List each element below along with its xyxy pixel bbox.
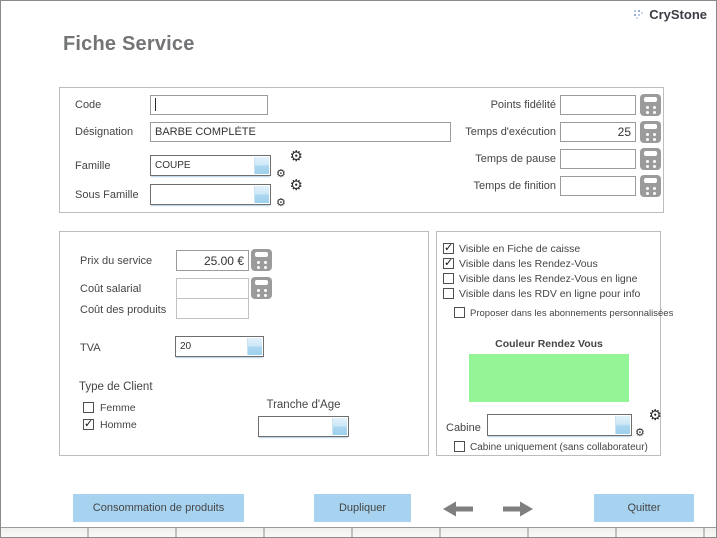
points-calculator-icon[interactable] xyxy=(640,94,661,116)
code-input[interactable] xyxy=(150,95,268,115)
cabine-label: Cabine xyxy=(446,422,481,434)
visible-rdv-ligne-label: Visible dans les Rendez-Vous en ligne xyxy=(459,273,638,285)
cout-salarial-calculator-icon[interactable] xyxy=(251,277,272,299)
designation-label: Désignation xyxy=(75,126,134,138)
proposer-abonnements-checkbox[interactable] xyxy=(454,307,465,318)
temps-execution-label: Temps d'exécution xyxy=(465,126,556,138)
femme-label: Femme xyxy=(100,402,136,414)
crystone-logo-icon xyxy=(633,9,645,21)
tva-dropdown[interactable]: 20 xyxy=(175,336,264,357)
tva-dropdown-button[interactable] xyxy=(247,338,262,355)
prix-service-label: Prix du service xyxy=(80,255,153,267)
visible-rdv-info-checkbox[interactable] xyxy=(443,288,454,299)
text-caret xyxy=(155,98,156,111)
temps-pause-input[interactable] xyxy=(560,149,636,169)
finition-calculator-icon[interactable] xyxy=(640,175,661,197)
cabine-dropdown[interactable] xyxy=(487,414,632,436)
sous-famille-label: Sous Famille xyxy=(75,189,139,201)
visible-caisse-checkbox[interactable] xyxy=(443,241,454,254)
quitter-button[interactable]: Quitter xyxy=(594,494,694,522)
temps-execution-input[interactable] xyxy=(560,122,636,142)
visible-rdv-label: Visible dans les Rendez-Vous xyxy=(459,258,598,270)
code-label: Code xyxy=(75,99,102,111)
cout-salarial-label: Coût salarial xyxy=(80,283,142,295)
execution-calculator-icon[interactable] xyxy=(640,121,661,143)
underlying-window-edge xyxy=(1,527,716,537)
cout-produits-input[interactable] xyxy=(176,298,249,319)
famille-value: COUPE xyxy=(155,160,191,171)
points-fidelite-input[interactable] xyxy=(560,95,636,115)
temps-finition-input[interactable] xyxy=(560,176,636,196)
homme-label: Homme xyxy=(100,419,137,431)
dupliquer-button[interactable]: Dupliquer xyxy=(314,494,411,522)
famille-dropdown-button[interactable] xyxy=(254,157,269,174)
sous-famille-dropdown[interactable] xyxy=(150,184,271,205)
points-fidelite-label: Points fidélité xyxy=(490,99,556,111)
brand-name: CryStone xyxy=(649,7,707,22)
temps-pause-label: Temps de pause xyxy=(475,153,556,165)
designation-input[interactable] xyxy=(150,122,451,142)
visibility-section: Visible en Fiche de caisse Visible dans … xyxy=(436,231,673,456)
identity-section: Code Désignation Famille COUPE ⚙⚙ Sous F… xyxy=(59,87,664,213)
pause-calculator-icon[interactable] xyxy=(640,148,661,170)
femme-checkbox[interactable] xyxy=(83,402,94,413)
visible-caisse-label: Visible en Fiche de caisse xyxy=(459,243,581,255)
visible-rdv-checkbox[interactable] xyxy=(443,256,454,269)
cabine-uniquement-checkbox[interactable] xyxy=(454,441,465,452)
prix-service-input[interactable] xyxy=(176,250,249,271)
couleur-rdv-label: Couleur Rendez Vous xyxy=(495,338,603,350)
tva-label: TVA xyxy=(80,342,101,354)
cabine-value xyxy=(488,415,631,419)
proposer-abonnements-label: Proposer dans les abonnements personnali… xyxy=(470,308,674,319)
famille-label: Famille xyxy=(75,160,111,172)
sous-famille-value xyxy=(151,185,270,189)
couleur-rdv-swatch[interactable] xyxy=(469,354,629,402)
prix-calculator-icon[interactable] xyxy=(251,249,272,271)
visible-rdv-ligne-checkbox[interactable] xyxy=(443,273,454,284)
brand: CryStone xyxy=(633,7,707,22)
next-arrow-icon[interactable] xyxy=(502,499,534,519)
famille-settings-gear-icon[interactable]: ⚙ ⚙ xyxy=(276,149,303,180)
visible-rdv-info-label: Visible dans les RDV en ligne pour info xyxy=(459,288,641,300)
famille-dropdown[interactable]: COUPE xyxy=(150,155,271,176)
cout-salarial-input[interactable] xyxy=(176,278,249,299)
homme-checkbox[interactable] xyxy=(83,417,94,430)
tranche-age-label: Tranche d'Age xyxy=(266,399,341,411)
cout-produits-label: Coût des produits xyxy=(80,304,167,316)
page-title: Fiche Service xyxy=(63,33,195,55)
cabine-uniquement-label: Cabine uniquement (sans collaborateur) xyxy=(470,442,648,453)
previous-arrow-icon[interactable] xyxy=(442,499,474,519)
cabine-settings-gear-icon[interactable]: ⚙ ⚙ xyxy=(635,408,662,439)
sous-famille-settings-gear-icon[interactable]: ⚙ ⚙ xyxy=(276,178,303,209)
tranche-age-dropdown-button[interactable] xyxy=(332,418,347,435)
consommation-produits-button[interactable]: Consommation de produits xyxy=(73,494,244,522)
sous-famille-dropdown-button[interactable] xyxy=(254,186,269,203)
type-client-label: Type de Client xyxy=(79,381,153,393)
cabine-dropdown-button[interactable] xyxy=(615,416,630,434)
fiche-service-window: CryStone Fiche Service Code Désignation … xyxy=(0,0,717,538)
temps-finition-label: Temps de finition xyxy=(473,180,556,192)
tranche-age-dropdown[interactable] xyxy=(258,416,349,437)
pricing-section: Prix du service Coût salarial Coût des p… xyxy=(59,231,429,456)
